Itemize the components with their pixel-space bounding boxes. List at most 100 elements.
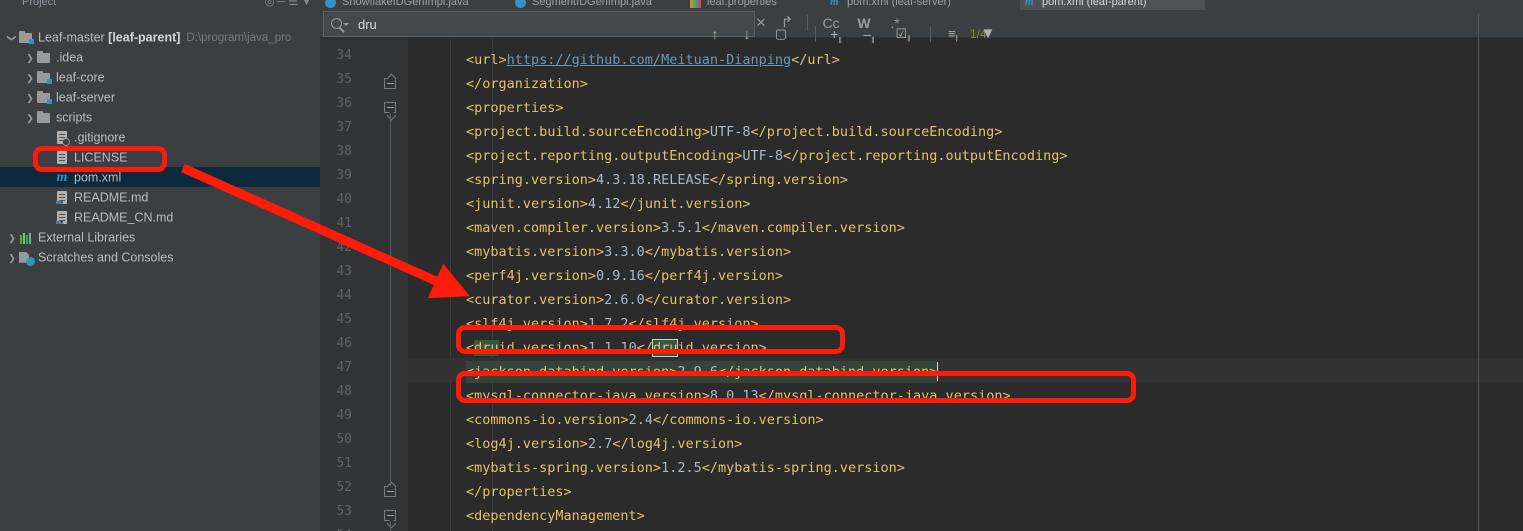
editor-right-divider[interactable] — [1478, 14, 1479, 531]
search-input-value[interactable]: dru — [358, 12, 377, 38]
md-badge: MD — [56, 219, 64, 226]
highlight-box-druid-version — [456, 325, 845, 354]
code-token: </curator.version> — [644, 292, 792, 308]
library-bar — [20, 234, 22, 244]
code-line-37[interactable]: <project.build.sourceEncoding>UTF-8</pro… — [466, 120, 1002, 144]
code-token: <project.build.sourceEncoding> — [466, 124, 710, 140]
line-number: 38 — [336, 144, 352, 159]
tree-item-label: README.md — [74, 190, 149, 205]
line-number: 49 — [336, 408, 352, 423]
highlight-box-pom-xml — [33, 146, 167, 172]
project-panel-header-icons[interactable]: ◎ ─ ☰ ▼ — [265, 0, 312, 10]
code-line-36[interactable]: <properties> — [466, 96, 564, 120]
code-token: 2.6.0 — [604, 292, 645, 308]
editor-tab-label: pom.xml (leaf-parent) — [1042, 0, 1147, 8]
fold-end-icon[interactable] — [384, 486, 396, 497]
editor-tab-label: pom.xml (leaf-server) — [847, 0, 951, 8]
code-line-49[interactable]: <commons-io.version>2.4</commons-io.vers… — [466, 408, 824, 432]
tree-item-leaf-server[interactable]: ❯ leaf-server — [0, 87, 320, 107]
md-badge: MD — [56, 199, 64, 206]
code-token: </maven.compiler.version> — [701, 220, 905, 236]
chevron-right-icon[interactable]: ❯ — [24, 68, 36, 88]
code-token: </spring.version> — [709, 172, 849, 188]
url-link[interactable]: https://github.com/Meituan-Dianping — [507, 52, 791, 68]
fold-minus — [387, 515, 394, 516]
code-token: </mybatis-spring.version> — [701, 460, 905, 476]
code-token: <log4j.version> — [466, 436, 588, 452]
line-number: 53 — [336, 504, 352, 519]
code-token: <project.reporting.outputEncoding> — [466, 148, 743, 164]
code-token: 4.12 — [587, 196, 621, 212]
module-badge — [47, 78, 52, 84]
fold-end-icon[interactable] — [384, 78, 396, 89]
code-line-44[interactable]: <curator.version>2.6.0</curator.version> — [466, 288, 791, 312]
module-folder-icon — [36, 90, 52, 105]
code-line-39[interactable]: <spring.version>4.3.18.RELEASE</spring.v… — [466, 168, 848, 192]
code-line-43[interactable]: <perf4j.version>0.9.16</perf4j.version> — [466, 264, 783, 288]
code-token: 3.5.1 — [661, 220, 702, 236]
markdown-file-icon: MD — [54, 190, 70, 206]
code-token: </project.reporting.outputEncoding> — [782, 148, 1068, 164]
code-token: <commons-io.version> — [466, 412, 629, 428]
code-token: <dependencyManagement> — [466, 508, 645, 524]
code-line-42[interactable]: <mybatis.version>3.3.0</mybatis.version> — [466, 240, 791, 264]
chevron-right-icon[interactable]: ❯ — [24, 48, 36, 68]
java-class-icon — [325, 0, 336, 8]
tree-item-label: pom.xml — [74, 170, 122, 185]
chevron-right-icon[interactable]: ❯ — [24, 108, 36, 128]
code-editor[interactable]: <url>https://github.com/Meituan-Dianping… — [408, 39, 1523, 531]
line-number: 34 — [336, 48, 352, 63]
module-folder-icon — [18, 30, 34, 45]
clock-badge — [26, 256, 35, 266]
code-line-40[interactable]: <junit.version>4.12</junit.version> — [466, 192, 750, 216]
search-input[interactable]: dru — [323, 11, 755, 37]
code-token: 2.4 — [628, 412, 653, 428]
code-line-52[interactable]: </properties> — [466, 480, 572, 504]
editor-tab-label: SnowflakeIDGenImpl.java — [342, 0, 469, 8]
tree-item-leaf-master[interactable]: ❯ Leaf-master [leaf-parent] D:\program\jav… — [0, 27, 320, 47]
chevron-right-icon[interactable]: ❯ — [24, 88, 36, 108]
code-line-51[interactable]: <mybatis-spring.version>1.2.5</mybatis-s… — [466, 456, 905, 480]
code-line-34[interactable]: <url>https://github.com/Meituan-Dianping… — [466, 48, 840, 72]
markdown-file-icon: MD — [54, 210, 70, 226]
tree-item-module-name: [leaf-parent] — [104, 30, 181, 45]
project-panel-title: Project — [22, 0, 57, 8]
code-token: <junit.version> — [466, 196, 588, 212]
maven-file-icon: m — [1025, 0, 1034, 8]
tree-item-scripts[interactable]: ❯ scripts — [0, 107, 320, 127]
fold-collapse-icon[interactable] — [384, 102, 396, 113]
line-number: 46 — [336, 336, 352, 351]
tree-item--idea[interactable]: ❯ .idea — [0, 47, 320, 67]
search-dropdown-icon[interactable] — [343, 23, 349, 26]
code-token: 0.9.16 — [596, 268, 645, 284]
library-bar — [29, 232, 31, 244]
fold-region-line — [389, 521, 391, 531]
highlight-box-mysql-connector — [456, 371, 1136, 403]
deny-badge — [62, 137, 70, 146]
code-line-53[interactable]: <dependencyManagement> — [466, 504, 645, 528]
code-line-41[interactable]: <maven.compiler.version>3.5.1</maven.com… — [466, 216, 905, 240]
fold-minus — [387, 107, 394, 108]
code-token: </project.build.sourceEncoding> — [750, 124, 1003, 140]
fold-minus — [387, 83, 394, 84]
code-line-35[interactable]: </organization> — [466, 72, 588, 96]
code-line-38[interactable]: <project.reporting.outputEncoding>UTF-8<… — [466, 144, 1067, 168]
module-folder-icon — [36, 70, 52, 85]
editor-tab-label: leaf.properties — [707, 0, 777, 8]
chevron-right-icon[interactable]: ❯ — [6, 228, 18, 248]
code-line-50[interactable]: <log4j.version>2.7</log4j.version> — [466, 432, 742, 456]
line-number: 45 — [336, 312, 352, 327]
code-token: UTF-8 — [709, 124, 751, 140]
code-token: <perf4j.version> — [466, 268, 597, 284]
tree-item--gitignore[interactable]: .gitignore — [0, 127, 320, 147]
search-icon — [331, 18, 342, 29]
code-token: 3.3.0 — [604, 244, 645, 260]
code-token: <properties> — [466, 100, 564, 116]
code-token: </perf4j.version> — [644, 268, 783, 284]
chevron-right-icon[interactable]: ❯ — [6, 248, 18, 268]
folder-icon — [36, 110, 52, 125]
editor-tab-label: SegmentIDGenImpl.java — [532, 0, 652, 8]
fold-collapse-icon[interactable] — [384, 510, 396, 521]
tree-item-label: scripts — [56, 110, 93, 125]
tree-item-leaf-core[interactable]: ❯ leaf-core — [0, 67, 320, 87]
